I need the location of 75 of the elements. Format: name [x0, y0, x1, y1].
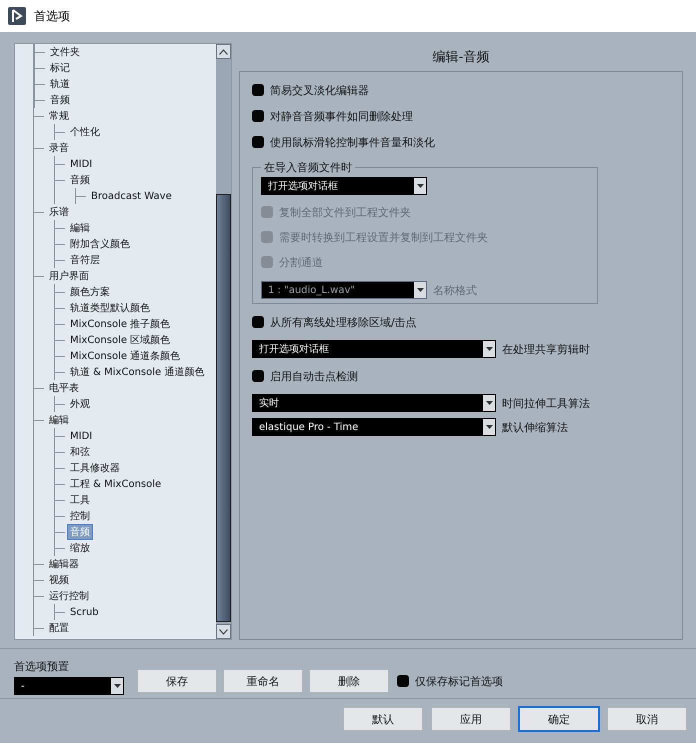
- scrollbar[interactable]: [216, 44, 231, 639]
- checkbox-label: 对静音音频事件如同删除处理: [270, 108, 413, 124]
- tree-item[interactable]: 轨道 & MixConsole 通道颜色: [68, 365, 206, 379]
- tree-item[interactable]: 轨道类型默认颜色: [68, 301, 152, 315]
- tree-item[interactable]: 控制: [68, 509, 92, 523]
- tree-item[interactable]: 外观: [68, 397, 92, 411]
- tree-item[interactable]: 乐谱: [47, 205, 71, 219]
- dropdown[interactable]: 打开选项对话框: [252, 340, 496, 358]
- checkbox[interactable]: [252, 84, 264, 96]
- preset-button[interactable]: 保存: [137, 669, 217, 693]
- tree-item[interactable]: 音符层: [68, 253, 102, 267]
- presets-label: 首选项预置: [14, 659, 70, 674]
- checkbox[interactable]: [397, 675, 409, 687]
- chevron-down-icon[interactable]: [219, 628, 228, 634]
- app-logo-icon: [8, 7, 26, 25]
- checkbox-label: 仅保存标记首选项: [415, 674, 503, 688]
- tree-item[interactable]: 音频: [48, 93, 72, 107]
- dialog-button[interactable]: 确定: [519, 707, 599, 731]
- page-title: 编辑-音频: [432, 49, 490, 66]
- preset-button[interactable]: 重命名: [223, 669, 303, 693]
- dropdown-label: 时间拉伸工具算法: [502, 396, 590, 410]
- dropdown-label: 在处理共享剪辑时: [502, 342, 590, 356]
- tree-item[interactable]: 缩放: [68, 541, 92, 555]
- tree-item[interactable]: 运行控制: [47, 589, 91, 603]
- dropdown[interactable]: elastique Pro - Time: [252, 418, 496, 436]
- tree-item[interactable]: 个性化: [68, 125, 102, 139]
- tree-item[interactable]: MixConsole 通道条颜色: [68, 349, 182, 363]
- checkbox[interactable]: [252, 136, 264, 148]
- preset-button[interactable]: 删除: [309, 669, 389, 693]
- dropdown[interactable]: 打开选项对话框: [261, 177, 427, 195]
- tree-item[interactable]: 工具: [68, 493, 92, 507]
- tree-item[interactable]: 用户界面: [47, 269, 91, 283]
- tree-item[interactable]: 工具修改器: [68, 461, 122, 475]
- tree-item[interactable]: 文件夹: [48, 45, 82, 59]
- dialog-button[interactable]: 应用: [431, 707, 511, 731]
- tree-item[interactable]: MixConsole 区域颜色: [68, 333, 172, 347]
- window-title: 首选项: [34, 8, 70, 24]
- checkbox-label: 从所有离线处理移除区域/击点: [270, 314, 417, 330]
- checkbox-label: 使用鼠标滑轮控制事件音量和淡化: [270, 134, 435, 150]
- dropdown-label: 名称格式: [433, 282, 477, 298]
- tree-item[interactable]: Broadcast Wave: [89, 190, 174, 202]
- checkbox[interactable]: [252, 370, 264, 382]
- dropdown[interactable]: -: [14, 677, 124, 695]
- tree-item[interactable]: 編辑: [68, 221, 92, 235]
- tree-item[interactable]: 配置: [47, 621, 71, 635]
- tree-item[interactable]: MIDI: [68, 158, 94, 170]
- checkbox-label: 复制全部文件到工程文件夹: [279, 204, 411, 220]
- tree-item[interactable]: 颜色方案: [68, 285, 112, 299]
- checkbox[interactable]: [252, 316, 264, 328]
- dialog-button[interactable]: 默认: [343, 707, 423, 731]
- tree-item[interactable]: 和弦: [68, 445, 92, 459]
- checkbox-label: 启用自动击点检测: [270, 368, 358, 384]
- dropdown[interactable]: 实时: [252, 394, 496, 412]
- checkbox[interactable]: [252, 110, 264, 122]
- tree-item[interactable]: 轨道: [48, 77, 72, 91]
- tree-item[interactable]: 編辑: [47, 413, 71, 427]
- checkbox-label: 需要时转换到工程设置并复制到工程文件夹: [279, 230, 488, 244]
- dropdown-label: 默认伸缩算法: [502, 420, 568, 434]
- tree-item[interactable]: 标记: [48, 61, 72, 75]
- tree-item[interactable]: 电平表: [47, 381, 81, 395]
- tree-item[interactable]: 视频: [47, 573, 71, 587]
- tree-item[interactable]: MIDI: [68, 430, 94, 442]
- tree-item[interactable]: 工程 & MixConsole: [68, 477, 164, 491]
- tree-item[interactable]: 音频: [68, 173, 92, 187]
- tree-item[interactable]: 录音: [47, 141, 71, 155]
- dialog-button[interactable]: 取消: [607, 707, 687, 731]
- tree-item[interactable]: 編辑器: [47, 557, 81, 571]
- tree-item[interactable]: MixConsole 推子颜色: [68, 317, 172, 331]
- group-title: 在导入音频文件时: [263, 160, 353, 175]
- chevron-up-icon[interactable]: [219, 48, 228, 54]
- tree-item[interactable]: 常规: [47, 109, 71, 123]
- checkbox-label: 分割通道: [279, 254, 323, 270]
- checkbox-label: 简易交叉淡化编辑器: [270, 82, 369, 98]
- tree-item[interactable]: Scrub: [68, 606, 101, 618]
- tree-item[interactable]: 附加含义颜色: [68, 237, 132, 251]
